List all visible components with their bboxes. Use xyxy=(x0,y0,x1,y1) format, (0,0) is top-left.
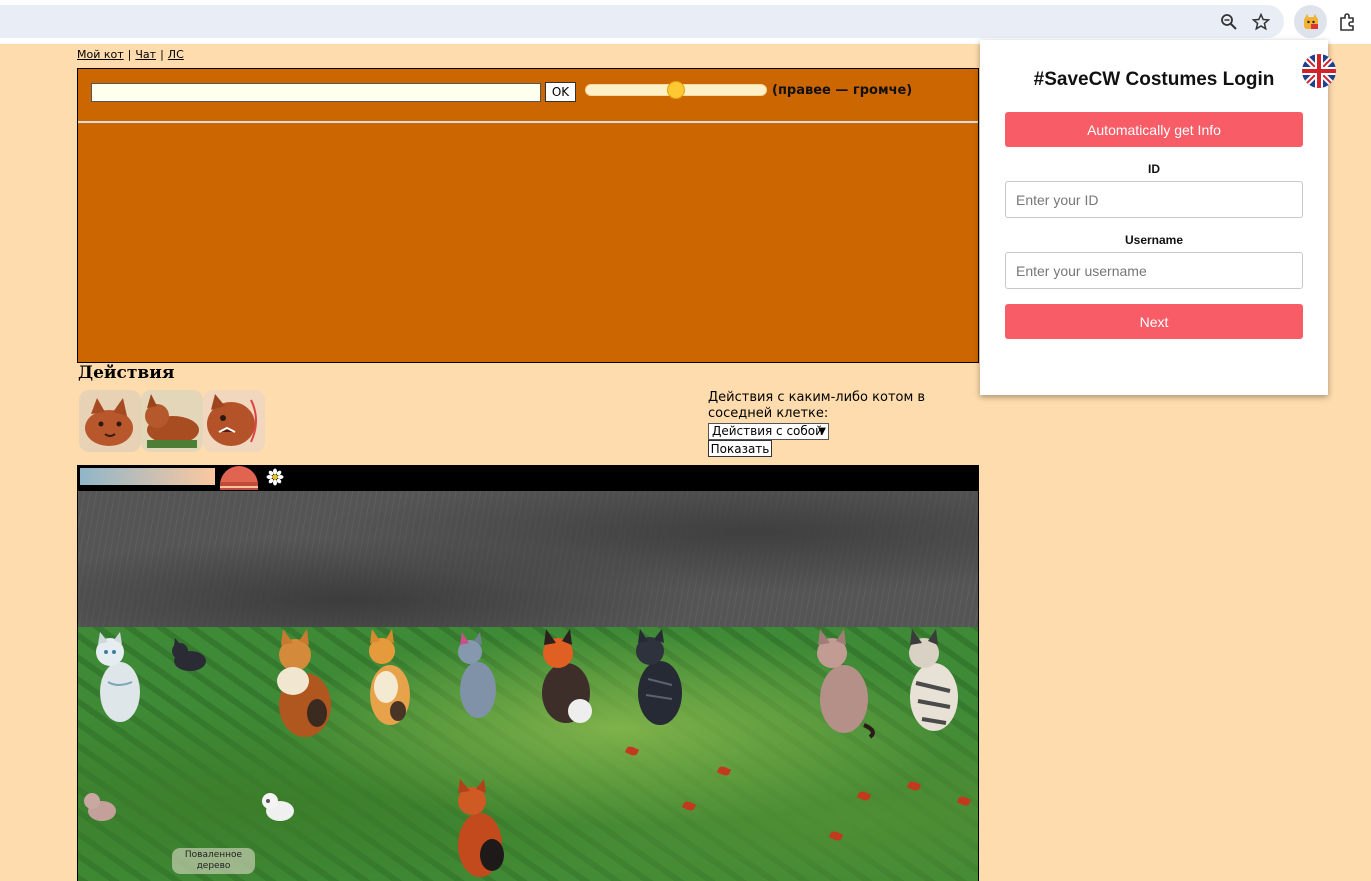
time-of-day-bar xyxy=(80,468,215,485)
volume-slider-thumb[interactable] xyxy=(667,81,685,99)
link-my-cat[interactable]: Мой кот xyxy=(77,48,124,61)
browser-toolbar xyxy=(0,0,1371,44)
top-nav: Мой кот | Чат | ЛС xyxy=(77,48,184,61)
cat-sprite[interactable] xyxy=(450,632,502,720)
fallen-leaf xyxy=(906,779,922,793)
extensions-puzzle-icon[interactable] xyxy=(1336,10,1360,34)
cat-sprite[interactable] xyxy=(258,787,298,823)
fallen-tree-label[interactable]: Поваленное дерево xyxy=(172,848,255,874)
cat-sprite[interactable] xyxy=(360,629,415,729)
extension-cat-icon[interactable] xyxy=(1294,5,1327,38)
location-forest: Поваленное дерево xyxy=(77,627,979,881)
address-bar[interactable] xyxy=(0,5,1284,38)
cat-sprite[interactable] xyxy=(530,629,600,729)
show-button[interactable]: Показать xyxy=(708,440,772,457)
flower-icon xyxy=(266,468,284,486)
auto-get-info-button[interactable]: Automatically get Info xyxy=(1005,112,1303,147)
cat-hiss-icon[interactable] xyxy=(203,390,265,452)
chevron-down-icon: ▼ xyxy=(818,426,826,437)
link-messages[interactable]: ЛС xyxy=(168,48,184,61)
id-field[interactable] xyxy=(1005,181,1303,218)
zoom-icon[interactable] xyxy=(1217,10,1241,34)
fallen-leaf xyxy=(828,829,844,843)
cat-sprite[interactable] xyxy=(80,787,120,823)
id-label: ID xyxy=(1148,162,1160,176)
chat-input[interactable] xyxy=(91,83,541,102)
username-field[interactable] xyxy=(1005,252,1303,289)
cat-sprite[interactable] xyxy=(808,629,878,739)
nav-separator: | xyxy=(160,48,164,61)
nav-separator: | xyxy=(127,48,132,61)
weather-sky xyxy=(77,491,979,627)
fallen-leaf xyxy=(856,789,872,803)
popup-title: #SaveCW Costumes Login xyxy=(1033,69,1275,90)
cat-sprite[interactable] xyxy=(168,637,208,673)
fallen-leaf xyxy=(716,764,732,778)
cat-sprite[interactable] xyxy=(446,779,514,881)
cat-sniff-icon[interactable] xyxy=(79,390,141,452)
extension-popup: #SaveCW Costumes Login Automatically get… xyxy=(980,40,1336,395)
actions-heading: Действия xyxy=(78,363,175,383)
neighbor-actions-label: Действия с каким-либо котом в соседней к… xyxy=(708,390,926,421)
fallen-leaf xyxy=(956,794,972,808)
chat-panel: OK (правее — громче) xyxy=(77,68,979,363)
volume-hint: (правее — громче) xyxy=(772,83,913,98)
volume-slider[interactable] xyxy=(585,81,767,99)
action-select-value: Действия с собой xyxy=(712,424,823,438)
status-strip xyxy=(77,465,979,491)
cat-sprite[interactable] xyxy=(626,629,690,729)
cat-sprite[interactable] xyxy=(263,629,338,741)
link-chat[interactable]: Чат xyxy=(135,48,156,61)
cat-sprite[interactable] xyxy=(896,629,968,739)
chat-ok-button[interactable]: OK xyxy=(545,82,576,102)
fallen-leaf xyxy=(624,744,640,758)
fallen-leaf xyxy=(681,799,697,813)
action-select[interactable]: Действия с собой ▼ xyxy=(708,423,829,440)
sunset-icon xyxy=(220,466,258,490)
cat-sprite[interactable] xyxy=(88,632,146,724)
username-label: Username xyxy=(1124,233,1184,247)
bookmark-star-icon[interactable] xyxy=(1249,10,1273,34)
chat-divider xyxy=(78,121,978,123)
cat-crouch-icon[interactable] xyxy=(141,390,203,452)
next-button[interactable]: Next xyxy=(1005,304,1303,339)
